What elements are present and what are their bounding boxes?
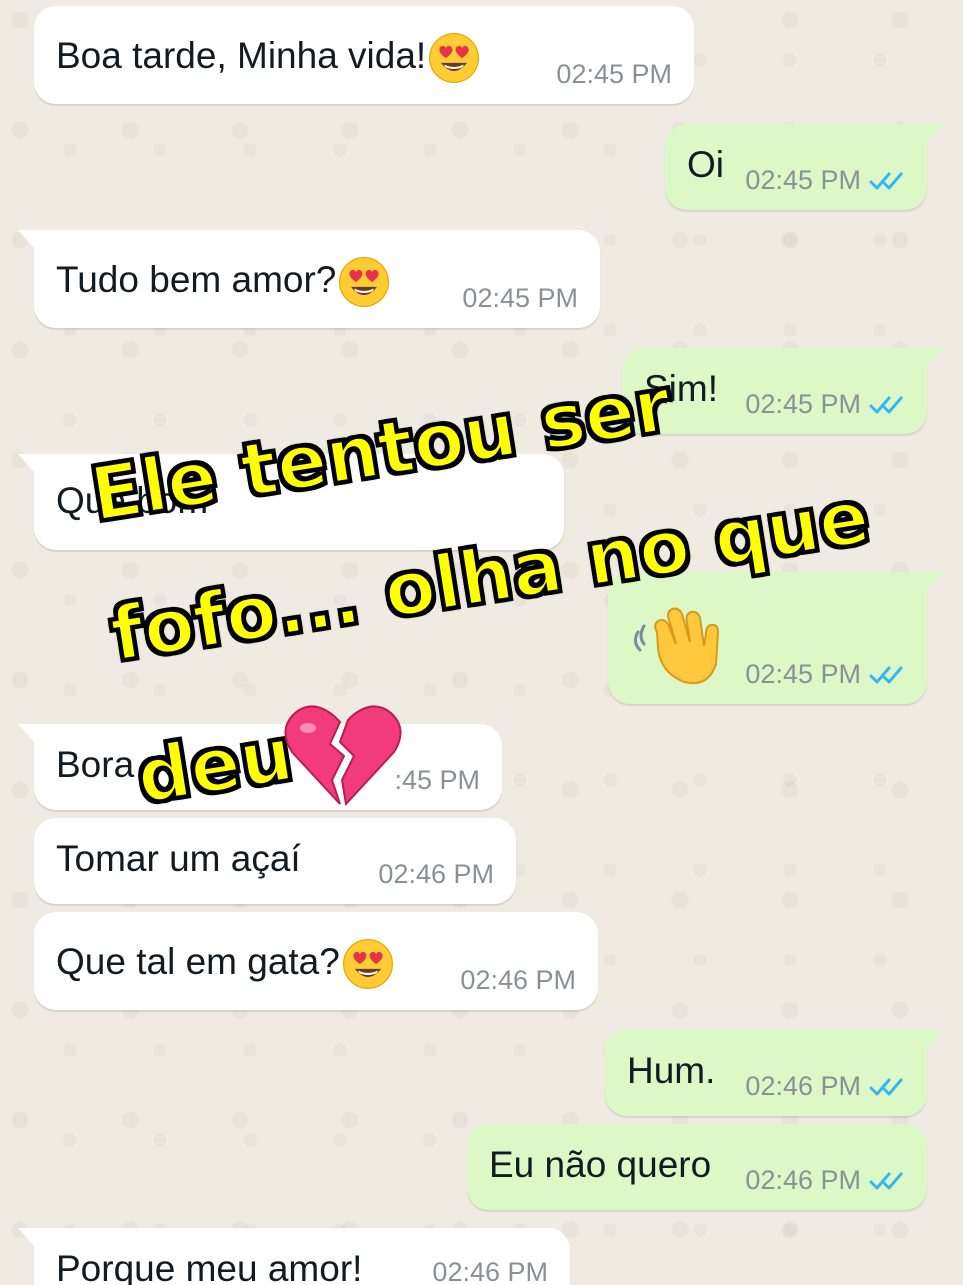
message-time: 02:45 PM <box>745 659 861 689</box>
outgoing-message[interactable]: 02:45 PM <box>608 572 943 704</box>
message-text: Sim! <box>644 368 718 409</box>
incoming-message[interactable]: Tomar um açaí 02:46 PM <box>34 818 516 904</box>
message-text: Oi <box>687 144 724 185</box>
read-receipt-icon <box>869 1170 905 1192</box>
message-meta: 02:46 PM <box>745 1071 905 1102</box>
message-meta: 02:45 PM <box>745 165 905 196</box>
read-receipt-icon <box>869 394 905 416</box>
outgoing-message[interactable]: Eu não quero 02:46 PM <box>467 1124 927 1210</box>
message-time: 02:46 PM <box>745 1165 861 1195</box>
message-text: Porque meu amor! <box>56 1248 363 1285</box>
message-text: Hum. <box>627 1050 716 1091</box>
incoming-message[interactable]: Tudo bem amor? 02:45 PM <box>18 230 600 328</box>
read-receipt-icon <box>869 1076 905 1098</box>
message-text: Que bom <box>56 480 209 521</box>
message-time: 02:45 PM <box>556 59 672 89</box>
outgoing-message[interactable]: Sim! 02:45 PM <box>622 348 943 434</box>
message-meta: 02:46 PM <box>745 1165 905 1196</box>
message-time: 02:46 PM <box>745 1071 861 1101</box>
message-text: Boa tarde, Minha vida! <box>56 32 480 84</box>
message-time: 02:45 PM <box>745 389 861 419</box>
message-text: Bora <box>56 744 135 785</box>
outgoing-message[interactable]: Oi 02:45 PM <box>665 124 943 210</box>
message-meta: 02:45 PM <box>745 659 905 690</box>
heart-eyes-emoji-icon <box>338 256 390 308</box>
message-time: 02:46 PM <box>460 965 576 995</box>
incoming-message[interactable]: Porque meu amor! 02:46 PM <box>18 1228 570 1285</box>
message-time: 02:45 PM <box>462 283 578 313</box>
incoming-message[interactable]: Que bom <box>18 454 564 550</box>
message-text: Eu não quero <box>489 1144 712 1185</box>
message-text: Tudo bem amor? <box>56 256 390 308</box>
incoming-message[interactable]: Que tal em gata? 02:46 PM <box>34 912 598 1010</box>
message-time: 02:46 PM <box>432 1257 548 1285</box>
message-meta: 02:45 PM <box>745 389 905 420</box>
message-text: Tomar um açaí <box>56 838 301 879</box>
message-time: 02:46 PM <box>378 859 494 889</box>
incoming-message[interactable]: Bora :45 PM <box>18 724 502 810</box>
read-receipt-icon <box>869 664 905 686</box>
outgoing-message[interactable]: Hum. 02:46 PM <box>605 1030 943 1116</box>
message-time: 02:45 PM <box>745 165 861 195</box>
read-receipt-icon <box>869 170 905 192</box>
heart-eyes-emoji-icon <box>342 938 394 990</box>
message-time: :45 PM <box>394 765 480 795</box>
incoming-message[interactable]: Boa tarde, Minha vida! 02:45 PM <box>34 6 694 104</box>
waving-hand-emoji-icon <box>633 607 720 685</box>
heart-eyes-emoji-icon <box>428 32 480 84</box>
message-text: Que tal em gata? <box>56 938 394 990</box>
